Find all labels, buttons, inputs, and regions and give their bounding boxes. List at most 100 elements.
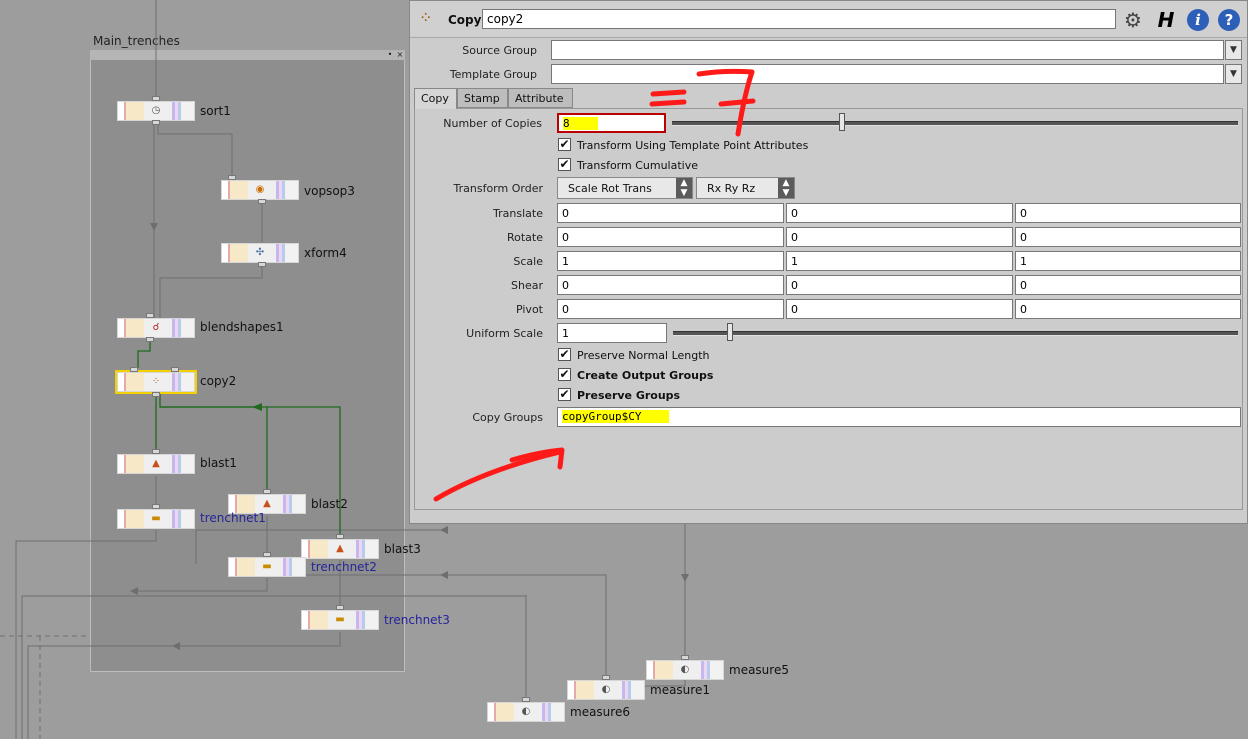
tab-attribute[interactable]: Attribute — [508, 88, 573, 108]
node-label: xform4 — [304, 246, 347, 260]
transform-order-menu[interactable]: Scale Rot Trans ▲ ▼ — [557, 177, 693, 199]
wire-sort1-vopsop3 — [157, 122, 233, 178]
source-group-label: Source Group — [462, 44, 537, 57]
node-input-tab[interactable] — [130, 367, 138, 372]
preserve-groups-checkbox[interactable]: ✔ — [558, 388, 571, 401]
num-copies-slider-handle[interactable] — [838, 113, 845, 131]
uniform-scale-input[interactable] — [557, 323, 667, 343]
pivot-y-input[interactable] — [786, 299, 1013, 319]
node-input-tab[interactable] — [152, 96, 160, 101]
transform-icon: ✣ — [255, 247, 265, 258]
preserve-normal-checkbox[interactable]: ✔ — [558, 348, 571, 361]
transform-order-value: Scale Rot Trans — [568, 182, 652, 195]
num-copies-slider-track[interactable] — [672, 121, 1238, 126]
node-trenchnet3[interactable]: ▬ — [301, 610, 379, 630]
shear-x-input[interactable] — [557, 275, 784, 295]
node-input-tab[interactable] — [522, 697, 530, 702]
uniform-scale-slider-handle[interactable] — [726, 323, 733, 341]
node-sort1[interactable]: ◷ — [117, 101, 195, 121]
template-group-dropdown[interactable]: ▼ — [1225, 64, 1242, 84]
translate-y-input[interactable] — [786, 203, 1013, 223]
tab-stamp[interactable]: Stamp — [457, 88, 508, 108]
preserve-groups-label: Preserve Groups — [577, 389, 681, 402]
node-label: measure5 — [729, 663, 789, 677]
node-output-tab[interactable] — [152, 120, 160, 125]
uniform-scale-slider-track[interactable] — [673, 331, 1238, 336]
rotate-x-input[interactable] — [557, 227, 784, 247]
info-icon[interactable]: i — [1187, 9, 1209, 31]
transform-cumulative-checkbox[interactable]: ✔ — [558, 158, 571, 171]
gear-icon[interactable]: ⚙ — [1121, 8, 1145, 32]
node-input-tab[interactable] — [681, 655, 689, 660]
vop-icon: ◉ — [255, 184, 265, 195]
node-input-tab[interactable] — [602, 675, 610, 680]
blast-icon: ▲ — [336, 543, 344, 554]
source-group-input[interactable] — [551, 40, 1224, 60]
node-input-tab[interactable] — [336, 605, 344, 610]
node-input-tab[interactable] — [263, 552, 271, 557]
node-measure1[interactable]: ◐ — [567, 680, 645, 700]
node-output-tab[interactable] — [258, 262, 266, 267]
copy-groups-input[interactable]: copyGroup$CY — [557, 407, 1241, 427]
copy-sop-icon[interactable]: ⁘ — [419, 8, 443, 30]
tab-copy[interactable]: Copy — [414, 88, 457, 109]
measure-icon: ◐ — [521, 706, 531, 717]
preserve-normal-label: Preserve Normal Length — [577, 349, 710, 362]
node-output-tab[interactable] — [258, 199, 266, 204]
num-copies-value: 8 — [563, 117, 598, 130]
create-output-groups-checkbox[interactable]: ✔ — [558, 368, 571, 381]
template-group-input[interactable] — [551, 64, 1224, 84]
node-label: blast3 — [384, 542, 421, 556]
node-output-tab[interactable] — [152, 392, 160, 397]
houdini-h-icon[interactable]: H — [1154, 8, 1178, 32]
operator-type-label: Copy — [448, 13, 482, 27]
translate-x-input[interactable] — [557, 203, 784, 223]
node-output-tab[interactable] — [146, 337, 154, 342]
node-blast3[interactable]: ▲ — [301, 539, 379, 559]
rotate-order-menu[interactable]: Rx Ry Rz ▲ ▼ — [696, 177, 795, 199]
node-label: blendshapes1 — [200, 320, 284, 334]
pivot-z-input[interactable] — [1015, 299, 1241, 319]
node-vopsop3[interactable]: ◉ — [221, 180, 299, 200]
translate-label: Translate — [493, 207, 543, 220]
node-label: sort1 — [200, 104, 231, 118]
node-measure6[interactable]: ◐ — [487, 702, 565, 722]
wire-xform4-blendshapes1 — [159, 264, 263, 318]
scale-x-input[interactable] — [557, 251, 784, 271]
source-group-dropdown[interactable]: ▼ — [1225, 40, 1242, 60]
shear-y-input[interactable] — [786, 275, 1013, 295]
transform-cumulative-label: Transform Cumulative — [577, 159, 698, 172]
node-input-tab[interactable] — [171, 367, 179, 372]
rotate-z-input[interactable] — [1015, 227, 1241, 247]
sort-icon: ◷ — [151, 105, 161, 116]
node-input-tab[interactable] — [228, 175, 236, 180]
node-xform4[interactable]: ✣ — [221, 243, 299, 263]
node-blendshapes1[interactable]: ☌ — [117, 318, 195, 338]
node-measure5[interactable]: ◐ — [646, 660, 724, 680]
node-input-tab[interactable] — [152, 449, 160, 454]
transform-template-checkbox[interactable]: ✔ — [558, 138, 571, 151]
node-input-tab[interactable] — [263, 489, 271, 494]
subnet-icon: ▬ — [335, 614, 345, 625]
scale-y-input[interactable] — [786, 251, 1013, 271]
node-input-tab[interactable] — [146, 313, 154, 318]
num-copies-input[interactable]: 8 — [557, 113, 666, 133]
node-input-tab[interactable] — [336, 534, 344, 539]
transform-template-label: Transform Using Template Point Attribute… — [577, 139, 809, 152]
num-copies-label: Number of Copies — [443, 117, 542, 130]
subnet-icon: ▬ — [151, 513, 161, 524]
shear-z-input[interactable] — [1015, 275, 1241, 295]
node-name-input[interactable] — [482, 9, 1116, 29]
scale-z-input[interactable] — [1015, 251, 1241, 271]
node-blast1[interactable]: ▲ — [117, 454, 195, 474]
node-label: blast2 — [311, 497, 348, 511]
help-icon[interactable]: ? — [1218, 9, 1240, 31]
node-copy2[interactable]: ⁘ — [115, 370, 197, 394]
translate-z-input[interactable] — [1015, 203, 1241, 223]
node-trenchnet2[interactable]: ▬ — [228, 557, 306, 577]
rotate-y-input[interactable] — [786, 227, 1013, 247]
node-label: vopsop3 — [304, 184, 355, 198]
pivot-x-input[interactable] — [557, 299, 784, 319]
node-input-tab[interactable] — [152, 504, 160, 509]
node-trenchnet1[interactable]: ▬ — [117, 509, 195, 529]
